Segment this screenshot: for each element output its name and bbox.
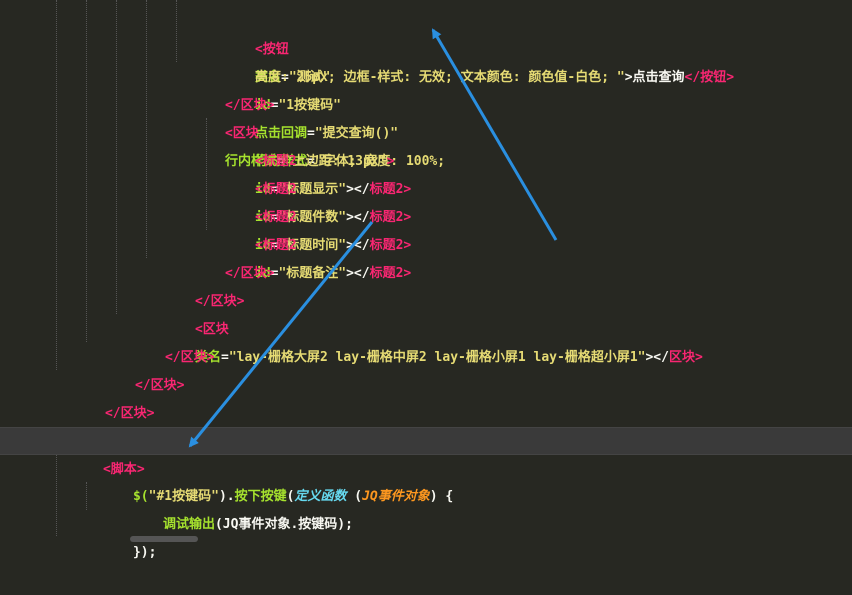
arrow-to-button-id [431,28,558,241]
horizontal-scrollbar[interactable] [0,536,852,542]
annotation-arrows [188,28,558,448]
closing-brace: }); [132,545,157,560]
arrow-to-script-tag [188,221,374,448]
code-editor[interactable]: <按钮 类名="测试" id="1按键码" 点击回调="提交查询()" 行内样式… [0,0,852,560]
scrollbar-thumb[interactable] [130,536,198,542]
